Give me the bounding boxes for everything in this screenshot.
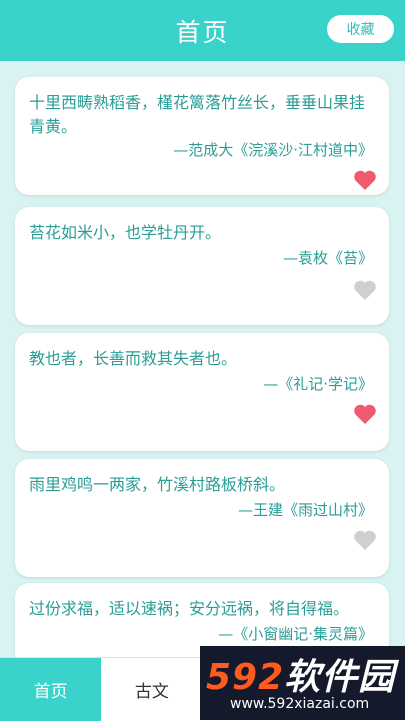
- poem-source: —袁枚《苔》: [282, 249, 373, 267]
- poem-source: —《礼记·学记》: [263, 375, 373, 393]
- poem-text: 教也者，长善而救其失者也。: [29, 349, 238, 368]
- poem-text: 过份求福，适以速祸；安分远祸，将自得福。: [29, 599, 350, 618]
- heart-icon[interactable]: [353, 529, 377, 551]
- poem-card[interactable]: 教也者，长善而救其失者也。 —《礼记·学记》: [15, 333, 389, 451]
- poem-text: 十里西畴熟稻香，槿花篱落竹丝长，垂垂山果挂青黄。: [29, 93, 366, 136]
- poem-source: —范成大《浣溪沙·江村道中》: [173, 141, 373, 159]
- page-title: 首页: [175, 17, 230, 47]
- heart-icon[interactable]: [353, 279, 377, 301]
- poem-source: —《小窗幽记·集灵篇》: [218, 625, 373, 643]
- tab-classics[interactable]: 古文: [101, 658, 202, 721]
- heart-icon[interactable]: [353, 403, 377, 425]
- poem-source: —王建《雨过山村》: [237, 501, 373, 519]
- poem-text: 苔花如米小，也学牡丹开。: [29, 223, 222, 242]
- poem-card[interactable]: 十里西畴熟稻香，槿花篱落竹丝长，垂垂山果挂青黄。 —范成大《浣溪沙·江村道中》: [15, 77, 389, 195]
- watermark-brand: 592软件园: [206, 648, 395, 700]
- poem-card[interactable]: 雨里鸡鸣一两家，竹溪村路板桥斜。 —王建《雨过山村》: [15, 459, 389, 577]
- tab-home[interactable]: 首页: [0, 658, 102, 721]
- watermark-text: 软件园: [284, 657, 396, 698]
- poem-text: 雨里鸡鸣一两家，竹溪村路板桥斜。: [29, 475, 286, 494]
- watermark-logo: 592软件园 www.592xiazai.com: [200, 646, 405, 720]
- watermark-number: 592: [206, 657, 285, 698]
- watermark-url: www.592xiazai.com: [230, 696, 370, 712]
- poem-list[interactable]: 十里西畴熟稻香，槿花篱落竹丝长，垂垂山果挂青黄。 —范成大《浣溪沙·江村道中》 …: [0, 61, 405, 657]
- heart-icon[interactable]: [353, 169, 377, 191]
- favorites-button[interactable]: 收藏: [327, 15, 394, 43]
- app-header: 首页 收藏: [0, 0, 405, 61]
- poem-card[interactable]: 苔花如米小，也学牡丹开。 —袁枚《苔》: [15, 207, 389, 325]
